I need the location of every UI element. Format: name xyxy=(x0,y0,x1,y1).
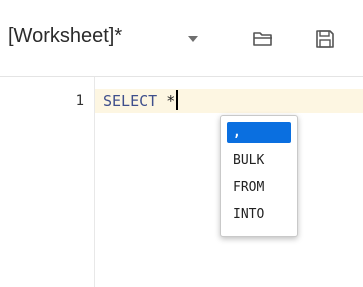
line-gutter: 1 xyxy=(0,77,94,287)
save-button[interactable] xyxy=(310,24,340,54)
line-number: 1 xyxy=(75,93,84,109)
autocomplete-popup: , BULK FROM INTO xyxy=(220,115,298,237)
autocomplete-item[interactable]: INTO xyxy=(227,204,291,225)
worksheet-title: [Worksheet]* xyxy=(8,25,123,47)
sql-keyword: SELECT xyxy=(103,92,158,110)
autocomplete-item[interactable]: , xyxy=(227,122,291,143)
save-icon xyxy=(316,30,334,48)
autocomplete-item[interactable]: BULK xyxy=(227,150,291,171)
chevron-down-icon[interactable] xyxy=(188,36,198,42)
sql-editor[interactable]: 1 SELECT * xyxy=(0,77,363,287)
code-line[interactable]: SELECT * xyxy=(103,90,179,112)
sql-operator: * xyxy=(166,92,176,110)
folder-open-icon xyxy=(253,32,272,46)
open-file-button[interactable] xyxy=(248,24,278,54)
text-cursor xyxy=(176,90,179,110)
autocomplete-item[interactable]: FROM xyxy=(227,177,291,198)
worksheet-header: [Worksheet]* xyxy=(0,0,363,78)
